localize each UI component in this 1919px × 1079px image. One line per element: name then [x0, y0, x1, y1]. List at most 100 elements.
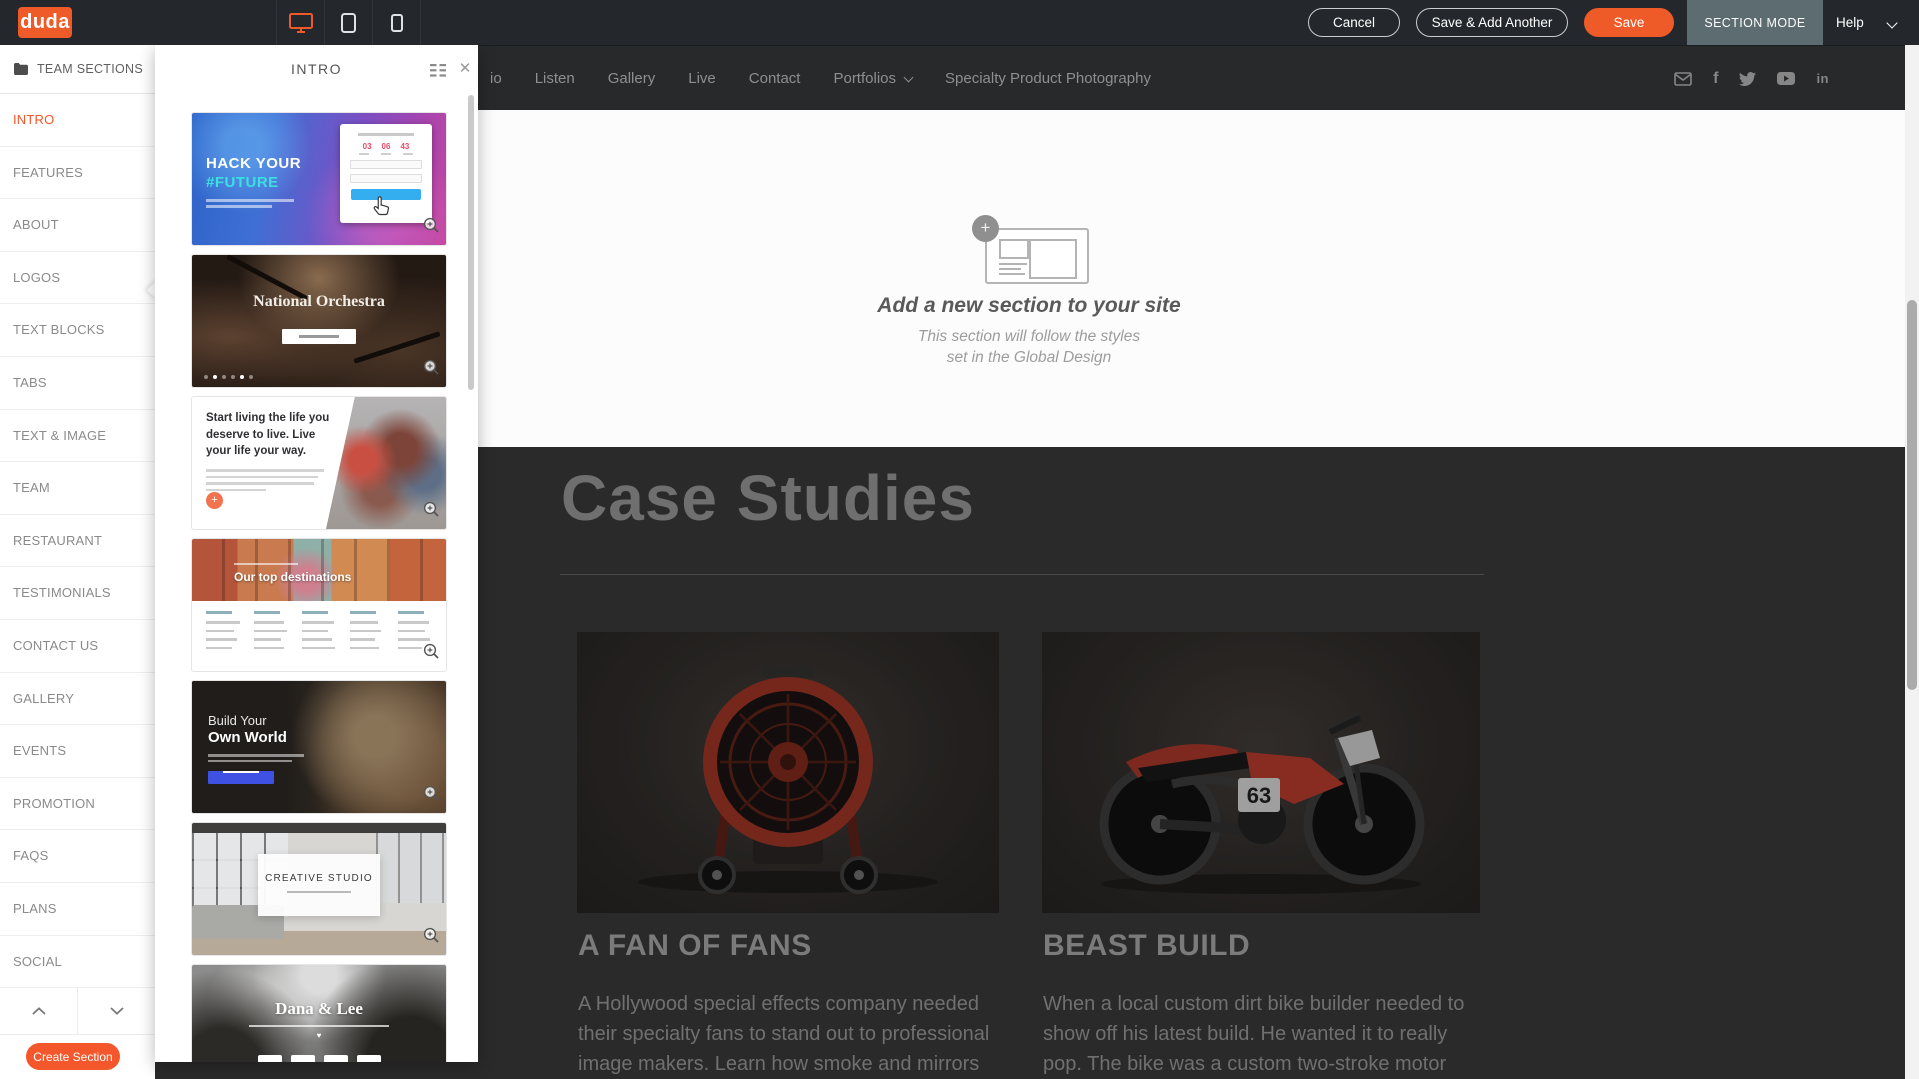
- bike-number-plate: 63: [1247, 783, 1271, 808]
- countdown-boxes: [192, 1055, 446, 1062]
- plus-icon: [206, 492, 223, 509]
- thumb-heading: CREATIVE STUDIO: [258, 873, 380, 884]
- sidebar-item[interactable]: INTRO: [0, 94, 155, 147]
- card-title-fan: A FAN OF FANS: [578, 929, 812, 963]
- grid-view-icon[interactable]: [430, 64, 446, 82]
- tablet-icon: [341, 13, 356, 33]
- create-section-button[interactable]: Create Section: [26, 1043, 120, 1070]
- sidebar-item[interactable]: TEAM: [0, 462, 155, 515]
- sidebar-item[interactable]: FEATURES: [0, 147, 155, 200]
- template-thumb-orchestra[interactable]: National Orchestra: [192, 255, 446, 387]
- cancel-button[interactable]: Cancel: [1308, 8, 1400, 37]
- zoom-preview-icon[interactable]: [423, 927, 440, 949]
- panel-scrollbar-thumb[interactable]: [468, 95, 474, 390]
- template-thumb-own-world[interactable]: Build Your Own World: [192, 681, 446, 813]
- folder-icon: [14, 63, 28, 75]
- thumb-heading: Build Your: [208, 713, 304, 728]
- sidebar-item[interactable]: PROMOTION: [0, 778, 155, 831]
- dirt-bike-image: 63: [1042, 632, 1480, 913]
- site-nav-item[interactable]: Listen: [535, 70, 575, 87]
- site-nav-item[interactable]: Live: [688, 70, 716, 87]
- heart-icon: [192, 1031, 446, 1040]
- case-studies-heading: Case Studies: [561, 461, 975, 535]
- site-nav-items: io Listen Gallery Live Contact Portfolio…: [490, 46, 1151, 111]
- page-scrollbar-track[interactable]: [1905, 45, 1919, 1079]
- site-nav-item[interactable]: Gallery: [608, 70, 656, 87]
- sidebar-item[interactable]: EVENTS: [0, 725, 155, 778]
- zoom-preview-icon[interactable]: [423, 217, 440, 239]
- sidebar-item[interactable]: RESTAURANT: [0, 515, 155, 568]
- section-placeholder-icon: [985, 228, 1089, 284]
- sidebar-item[interactable]: CONTACT US: [0, 620, 155, 673]
- sidebar-header: TEAM SECTIONS: [0, 45, 155, 94]
- desktop-preview-button[interactable]: [276, 0, 324, 45]
- sidebar-item[interactable]: SOCIAL: [0, 936, 155, 989]
- hand-cursor-icon: [370, 195, 392, 224]
- sidebar-item[interactable]: PLANS: [0, 883, 155, 936]
- email-icon[interactable]: [1674, 72, 1692, 86]
- mobile-preview-button[interactable]: [372, 0, 421, 45]
- sidebar-pager: [0, 988, 155, 1035]
- zoom-preview-icon[interactable]: [423, 785, 440, 807]
- card-text-fan: A Hollywood special effects company need…: [578, 989, 1010, 1079]
- facebook-icon[interactable]: f: [1713, 70, 1718, 88]
- add-section-title: Add a new section to your site: [779, 294, 1279, 318]
- zoom-preview-icon[interactable]: [423, 501, 440, 523]
- thumb-heading: HACK YOUR: [206, 155, 301, 172]
- editor-topbar: duda Cancel Save & Add Another Save SECT…: [0, 0, 1919, 45]
- add-section-subtitle-line1: This section will follow the styles: [779, 328, 1279, 346]
- twitter-icon[interactable]: [1739, 72, 1756, 86]
- sidebar-item[interactable]: GALLERY: [0, 673, 155, 726]
- card-text-beast: When a local custom dirt bike builder ne…: [1043, 989, 1491, 1079]
- template-thumb-lifestyle[interactable]: Start living the life you deserve to liv…: [192, 397, 446, 529]
- sidebar-item[interactable]: FAQS: [0, 830, 155, 883]
- site-nav-item[interactable]: Portfolios: [833, 70, 912, 87]
- thumb-heading: Start living the life you deserve to liv…: [206, 410, 340, 460]
- thumb-button: [282, 329, 356, 344]
- linkedin-icon[interactable]: in: [1816, 71, 1829, 86]
- save-button[interactable]: Save: [1584, 8, 1674, 37]
- sidebar-header-label: TEAM SECTIONS: [37, 62, 143, 76]
- site-nav-item[interactable]: io: [490, 70, 502, 87]
- sidebar-item[interactable]: TEXT BLOCKS: [0, 304, 155, 357]
- section-mode-badge: SECTION MODE: [1687, 0, 1823, 45]
- chevron-down-icon: [110, 1007, 124, 1015]
- close-icon[interactable]: [455, 58, 475, 80]
- template-thumb-creative-studio[interactable]: CREATIVE STUDIO: [192, 823, 446, 955]
- zoom-preview-icon[interactable]: [423, 643, 440, 665]
- zoom-preview-icon[interactable]: [423, 359, 440, 381]
- site-nav-item[interactable]: Specialty Product Photography: [945, 70, 1151, 87]
- desktop-icon: [289, 13, 313, 33]
- sidebar-item[interactable]: TABS: [0, 357, 155, 410]
- sidebar-item[interactable]: ABOUT: [0, 199, 155, 252]
- help-chevron-down-icon[interactable]: [1886, 17, 1897, 28]
- carousel-dots: [204, 375, 253, 379]
- duda-logo[interactable]: duda: [18, 7, 72, 38]
- template-thumb-destinations[interactable]: Our top destinations: [192, 539, 446, 671]
- sidebar-item[interactable]: TEXT & IMAGE: [0, 410, 155, 463]
- tablet-preview-button[interactable]: [324, 0, 372, 45]
- sidebar-item[interactable]: LOGOS: [0, 252, 155, 305]
- thumb-button: [208, 771, 274, 784]
- sections-sidebar: TEAM SECTIONS INTRO FEATURES ABOUT LOGOS…: [0, 45, 155, 1079]
- thumb-heading: Our top destinations: [234, 570, 351, 584]
- thumb-card: CREATIVE STUDIO: [258, 854, 380, 916]
- thumb-heading: National Orchestra: [192, 293, 446, 311]
- scroll-down-button[interactable]: [78, 988, 155, 1034]
- template-thumb-hackathon[interactable]: HACK YOUR #FUTURE 03 06 43: [192, 113, 446, 245]
- scroll-up-button[interactable]: [0, 988, 78, 1034]
- duda-editor-section-mode: io Listen Gallery Live Contact Portfolio…: [0, 0, 1919, 1079]
- fan-machine-image: [577, 632, 999, 913]
- page-scrollbar-thumb[interactable]: [1907, 300, 1917, 690]
- device-preview-switcher: [276, 0, 421, 45]
- sidebar-item[interactable]: TESTIMONIALS: [0, 567, 155, 620]
- add-section-subtitle-line2: set in the Global Design: [779, 349, 1279, 367]
- help-menu[interactable]: Help: [1836, 0, 1864, 45]
- youtube-icon[interactable]: [1777, 72, 1795, 85]
- heading-divider: [560, 574, 1484, 575]
- template-thumb-dana-lee[interactable]: Dana & Lee: [192, 965, 446, 1062]
- save-add-another-button[interactable]: Save & Add Another: [1416, 8, 1568, 37]
- thumb-photo: [192, 255, 446, 387]
- site-nav-item[interactable]: Contact: [749, 70, 801, 87]
- mobile-icon: [391, 14, 403, 32]
